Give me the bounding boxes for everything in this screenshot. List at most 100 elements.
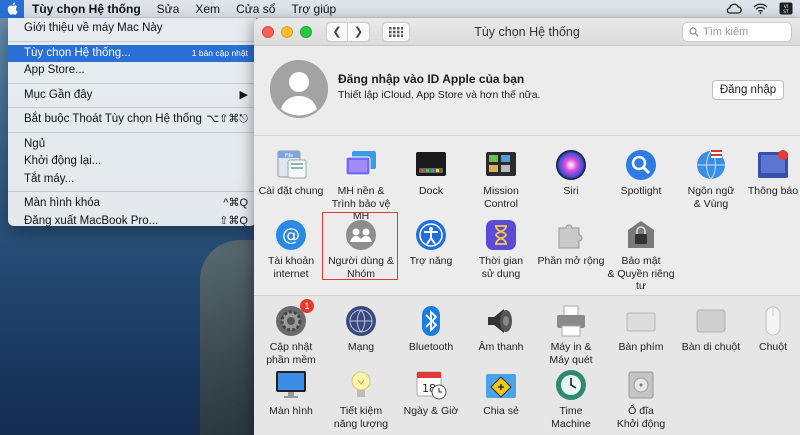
apple-menu-button[interactable] (0, 0, 24, 18)
pane-spotlight[interactable]: Spotlight (606, 148, 676, 198)
window-controls (254, 25, 312, 38)
pane-bluetooth[interactable]: Bluetooth (396, 304, 466, 354)
svg-text:ST: ST (783, 9, 789, 15)
pane-label: Trợ năng (409, 255, 453, 267)
date-time-icon: 18 (414, 368, 448, 402)
menu-item-label: Bắt buộc Thoát Tùy chọn Hệ thống (24, 113, 202, 125)
pane-printers-scanners[interactable]: Máy in & Máy quét (536, 304, 606, 366)
window-titlebar: ❮ ❯ Tùy chọn Hệ thống Tìm kiếm (254, 18, 800, 46)
menu-separator (8, 40, 256, 42)
pane-siri[interactable]: Siri (536, 148, 606, 198)
pane-network[interactable]: Mạng (326, 304, 396, 354)
keyboard-icon (624, 304, 658, 338)
pane-mouse[interactable]: Chuột (738, 304, 800, 354)
menu-shortcut: ⇧⌘Q (219, 214, 248, 227)
search-field[interactable]: Tìm kiếm (682, 22, 792, 42)
pane-sharing[interactable]: Chia sẻ (466, 368, 536, 418)
pane-energy-saver[interactable]: Tiết kiệm năng lượng (326, 368, 396, 430)
wifi-icon[interactable] (752, 3, 768, 15)
accessibility-icon (414, 218, 448, 252)
person-icon (270, 60, 328, 118)
pane-mission-control[interactable]: Mission Control (466, 148, 536, 210)
menu-item-force-quit[interactable]: Bắt buộc Thoát Tùy chọn Hệ thống ⌥⇧⌘⎋ (8, 111, 256, 129)
menu-help[interactable]: Trợ giúp (283, 0, 344, 18)
sign-in-button[interactable]: Đăng nhập (712, 80, 784, 100)
input-source-icon[interactable]: VI ST (778, 2, 794, 15)
pane-notifications[interactable]: Thông báo (738, 148, 800, 198)
zoom-button[interactable] (300, 25, 312, 38)
trackpad-icon (694, 304, 728, 338)
menu-separator (8, 107, 256, 108)
pane-dock[interactable]: Dock (396, 148, 466, 198)
time-machine-icon (554, 368, 588, 402)
menu-edit[interactable]: Sửa (149, 0, 188, 18)
avatar[interactable] (270, 60, 328, 118)
pane-screen-time[interactable]: Thời gian sử dụng (466, 218, 536, 280)
mouse-icon (756, 304, 790, 338)
spotlight-icon (624, 148, 658, 182)
apple-dropdown-menu: Giới thiệu về máy Mac Này Tùy chọn Hệ th… (8, 18, 256, 227)
pane-date-time[interactable]: 18 Ngày & Giờ (396, 368, 466, 418)
menu-item-label: Khởi động lại... (24, 155, 102, 167)
pane-extensions[interactable]: Phần mở rộng (536, 218, 606, 268)
pane-keyboard[interactable]: Bàn phím (606, 304, 676, 354)
navigation-buttons: ❮ ❯ (326, 21, 370, 42)
security-privacy-icon (624, 218, 658, 252)
menu-item-system-preferences[interactable]: Tùy chọn Hệ thống... 1 bản cập nhật (8, 44, 256, 62)
pane-label: Phần mở rộng (537, 255, 605, 267)
creative-cloud-icon[interactable] (726, 3, 742, 15)
preferences-bottom-section: 1 Cập nhật phần mềm Mạng Bluetooth Âm thanh M… (254, 296, 800, 435)
dock-icon (414, 148, 448, 182)
pane-label: Âm thanh (478, 341, 524, 353)
mission-control-icon (484, 148, 518, 182)
back-button[interactable]: ❮ (326, 21, 348, 42)
menu-separator (8, 82, 256, 84)
menu-item-log-out[interactable]: Đăng xuất MacBook Pro... ⇧⌘Q (8, 213, 256, 231)
pane-security-privacy[interactable]: Bảo mật & Quyền riêng tư (606, 218, 676, 293)
sharing-icon (484, 368, 518, 402)
pane-label: Chuột (758, 341, 788, 353)
show-all-button[interactable] (382, 21, 410, 42)
close-button[interactable] (262, 25, 274, 38)
menu-bar: Tùy chọn Hệ thống Sửa Xem Cửa sổ Trợ giú… (0, 0, 800, 18)
pane-label: Ngôn ngữ & Vùng (687, 185, 735, 210)
search-icon (689, 27, 699, 37)
menu-item-shutdown[interactable]: Tắt máy... (8, 171, 256, 189)
menu-window[interactable]: Cửa sổ (228, 0, 283, 18)
pane-label: Ngày & Giờ (403, 405, 459, 417)
pane-software-update[interactable]: 1 Cập nhật phần mềm (256, 299, 326, 366)
pane-label: Màn hình (269, 405, 313, 417)
pane-trackpad[interactable]: Bàn di chuột (676, 304, 746, 354)
pane-sound[interactable]: Âm thanh (466, 304, 536, 354)
forward-button[interactable]: ❯ (348, 21, 370, 42)
menu-item-restart[interactable]: Khởi động lại... (8, 153, 256, 171)
pane-general[interactable]: File Cài đặt chung (256, 148, 326, 198)
menu-item-app-store[interactable]: App Store... (8, 62, 256, 80)
menu-view[interactable]: Xem (187, 0, 228, 18)
pane-displays[interactable]: Màn hình (256, 368, 326, 418)
menu-item-label: Tùy chọn Hệ thống... (24, 46, 131, 59)
menu-app-name[interactable]: Tùy chọn Hệ thống (24, 0, 149, 18)
pane-label: Time Machine (551, 405, 591, 430)
general-icon: File (274, 148, 308, 182)
pane-language-region[interactable]: Ngôn ngữ & Vùng (676, 148, 746, 210)
pane-label: Tiết kiệm năng lượng (333, 405, 389, 430)
startup-disk-icon (624, 368, 658, 402)
minimize-button[interactable] (281, 25, 293, 38)
network-icon (344, 304, 378, 338)
menu-item-label: Tắt máy... (24, 172, 75, 185)
svg-text:File: File (285, 153, 293, 159)
menu-item-lock-screen[interactable]: Màn hình khóa ^⌘Q (8, 195, 256, 213)
apple-id-title: Đăng nhập vào ID Apple của bạn (338, 72, 525, 86)
desktop-screensaver-icon (344, 148, 378, 182)
pane-startup-disk[interactable]: Ổ đĩa Khởi động (606, 368, 676, 430)
menu-item-recent-items[interactable]: Mục Gần đây ▶ (8, 87, 256, 105)
menu-item-sleep[interactable]: Ngủ (8, 136, 256, 154)
pane-accessibility[interactable]: Trợ năng (396, 218, 466, 268)
pane-label: Bảo mật & Quyền riêng tư (607, 255, 675, 292)
svg-text:@: @ (282, 225, 300, 246)
pane-time-machine[interactable]: Time Machine (536, 368, 606, 430)
pane-internet-accounts[interactable]: @ Tài khoản internet (256, 218, 326, 280)
extensions-icon (554, 218, 588, 252)
menu-item-about-mac[interactable]: Giới thiệu về máy Mac Này (8, 20, 256, 38)
